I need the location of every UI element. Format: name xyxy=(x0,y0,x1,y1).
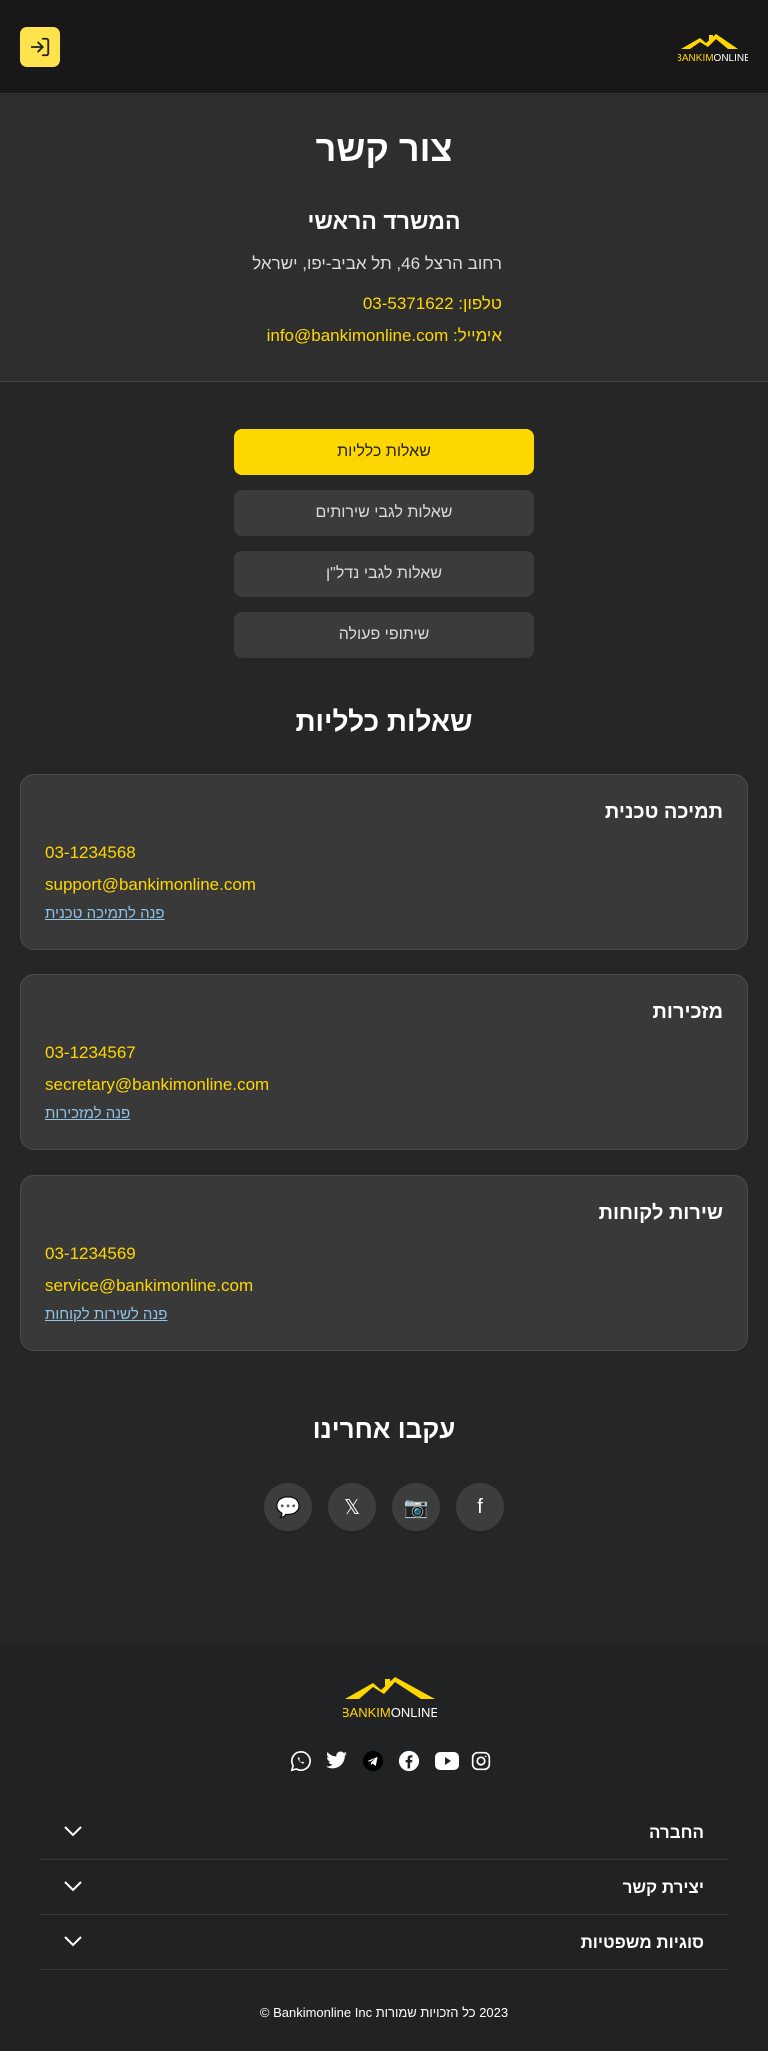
instagram-camera-icon[interactable]: 📷 xyxy=(392,1483,440,1531)
brand-logo[interactable]: BANKIMONLINE xyxy=(675,30,751,64)
footer-logo-text-left: BANKIM xyxy=(343,1705,391,1720)
office-phone[interactable]: טלפון: 03-5371622 xyxy=(363,294,502,314)
logo-text-right: ONLINE xyxy=(714,53,748,64)
x-icon[interactable]: 𝕏 xyxy=(328,1483,376,1531)
card-phone[interactable]: 03-1234568 xyxy=(45,843,136,863)
footer-logo-text-right: ONLINE xyxy=(391,1705,437,1720)
accordion-legal[interactable]: סוגיות משפטיות xyxy=(40,1915,728,1970)
telegram-icon[interactable] xyxy=(362,1750,384,1772)
card-email[interactable]: support@bankimonline.com xyxy=(45,875,256,895)
contact-card-customer-service: שירות לקוחות 03-1234569 service@bankimon… xyxy=(20,1175,748,1351)
whatsapp-bubble-icon[interactable]: 💬 xyxy=(264,1483,312,1531)
office-email[interactable]: אימייל: info@bankimonline.com xyxy=(267,326,502,346)
office-title: המשרד הראשי xyxy=(307,208,461,234)
svg-text:BANKIMONLINE: BANKIMONLINE xyxy=(343,1705,437,1720)
accordion-contact[interactable]: יצירת קשר xyxy=(40,1860,728,1915)
login-button[interactable] xyxy=(20,27,60,67)
page-title: צור קשר xyxy=(315,128,453,169)
accordion-label: יצירת קשר xyxy=(622,1878,704,1897)
twitter-icon[interactable] xyxy=(326,1750,348,1772)
tab-services-questions[interactable]: שאלות לגבי שירותים xyxy=(234,490,534,536)
chevron-down-icon xyxy=(64,1826,82,1837)
contact-card-secretary: מזכירות 03-1234567 secretary@bankimonlin… xyxy=(20,974,748,1150)
site-footer: BANKIMONLINE החברה יצירת קשר סוגיות משפט… xyxy=(0,1643,768,2051)
accordion-label: סוגיות משפטיות xyxy=(580,1933,704,1952)
card-title: תמיכה טכנית xyxy=(604,801,723,823)
copyright: 2023 כל הזכויות שמורות Bankimonline Inc … xyxy=(259,2005,509,2020)
facebook-icon[interactable]: f xyxy=(456,1483,504,1531)
card-contact-link[interactable]: פנה למזכירות xyxy=(45,1105,130,1122)
card-contact-link[interactable]: פנה לתמיכה טכנית xyxy=(45,905,165,922)
chevron-down-icon xyxy=(64,1936,82,1947)
card-email[interactable]: service@bankimonline.com xyxy=(45,1276,253,1296)
accordion-company[interactable]: החברה xyxy=(40,1805,728,1860)
top-header: BANKIMONLINE xyxy=(0,0,768,94)
card-phone[interactable]: 03-1234569 xyxy=(45,1244,136,1264)
card-contact-link[interactable]: פנה לשירות לקוחות xyxy=(45,1306,167,1323)
office-address: רחוב הרצל 46, תל אביב-יפו, ישראל xyxy=(252,254,502,273)
tab-partnerships[interactable]: שיתופי פעולה xyxy=(234,612,534,658)
footer-logo[interactable]: BANKIMONLINE xyxy=(341,1673,439,1721)
tab-real-estate-questions[interactable]: שאלות לגבי נדל"ן xyxy=(234,551,534,597)
card-title: מזכירות xyxy=(652,1001,723,1023)
card-phone[interactable]: 03-1234567 xyxy=(45,1043,136,1063)
contact-card-tech-support: תמיכה טכנית 03-1234568 support@bankimonl… xyxy=(20,774,748,950)
logo-text-left: BANKIM xyxy=(678,53,714,64)
instagram-icon[interactable] xyxy=(470,1750,492,1772)
follow-us-title: עקבו אחרינו xyxy=(312,1414,456,1444)
login-icon xyxy=(30,37,50,57)
youtube-icon[interactable] xyxy=(434,1750,460,1772)
section-title: שאלות כלליות xyxy=(295,706,473,737)
accordion-label: החברה xyxy=(648,1823,704,1842)
chevron-down-icon xyxy=(64,1881,82,1892)
card-email[interactable]: secretary@bankimonline.com xyxy=(45,1075,269,1095)
facebook-icon[interactable] xyxy=(398,1750,420,1772)
svg-text:BANKIMONLINE: BANKIMONLINE xyxy=(678,53,748,64)
whatsapp-icon[interactable] xyxy=(290,1750,312,1772)
card-title: שירות לקוחות xyxy=(598,1202,723,1224)
tab-general-questions[interactable]: שאלות כלליות xyxy=(234,429,534,475)
